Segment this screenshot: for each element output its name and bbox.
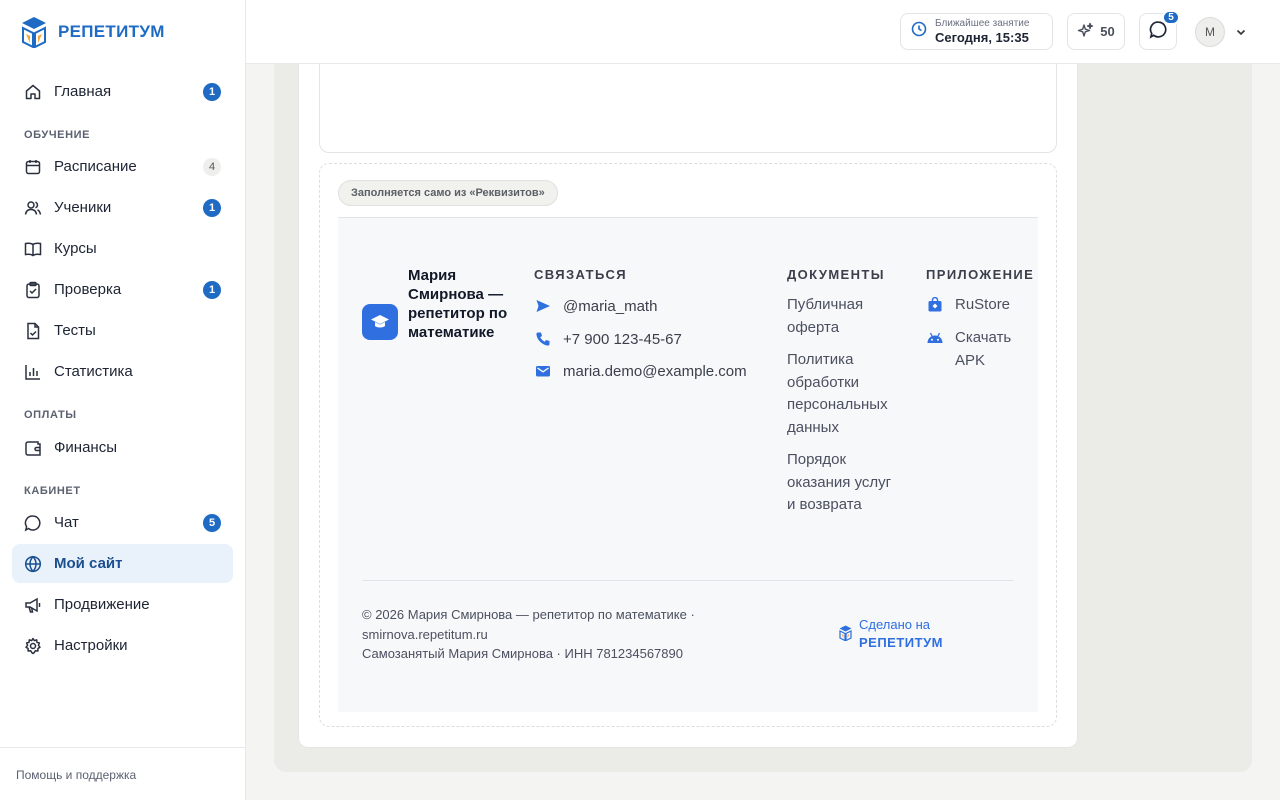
- messages-badge: 5: [1162, 10, 1180, 25]
- next-lesson-value: Сегодня, 15:35: [935, 30, 1029, 45]
- sidebar-item-label: Чат: [54, 514, 79, 531]
- doc-link-refund[interactable]: Порядок оказания услуг и возврата: [787, 449, 902, 517]
- sidebar-item-label: Тесты: [54, 322, 96, 339]
- site-domain: smirnova.repetitum.ru: [362, 626, 488, 642]
- top-header: Ближайшее занятие Сегодня, 15:35 50 5 М: [246, 0, 1280, 64]
- mail-icon: [534, 362, 552, 380]
- made-on-label: Сделано на: [859, 617, 931, 632]
- logo-text: РЕПЕТИТУМ: [58, 22, 165, 41]
- chevron-down-icon[interactable]: [1235, 25, 1247, 43]
- sidebar-item-review[interactable]: Проверка 1: [12, 270, 233, 309]
- contact-phone[interactable]: +7 900 123-45-67: [534, 330, 682, 348]
- store-icon: [926, 294, 944, 316]
- footer-divider: [362, 580, 1014, 581]
- contact-telegram[interactable]: @maria_math: [534, 297, 657, 315]
- chat-icon: [24, 514, 42, 532]
- footer-brand-name: Мария Смирнова — репетитор по математике: [408, 267, 508, 341]
- rustore-label: RuStore: [955, 296, 1011, 313]
- gear-icon: [24, 637, 42, 655]
- globe-icon: [24, 555, 42, 573]
- made-on-link[interactable]: Сделано на РЕПЕТИТУМ: [838, 616, 943, 652]
- email-address: maria.demo@example.com: [563, 362, 747, 380]
- count-badge: 1: [203, 199, 221, 217]
- book-icon: [24, 240, 42, 258]
- phone-icon: [534, 330, 552, 348]
- android-icon: [926, 327, 944, 349]
- sidebar-item-home[interactable]: Главная 1: [12, 72, 233, 111]
- logo-small-icon: [838, 625, 853, 646]
- count-badge: 1: [203, 281, 221, 299]
- contact-column-title: СВЯЗАТЬСЯ: [534, 267, 627, 282]
- contact-email[interactable]: maria.demo@example.com: [534, 362, 747, 380]
- previous-section-block: [319, 64, 1057, 153]
- count-badge: 4: [203, 158, 221, 176]
- points-value: 50: [1100, 24, 1115, 39]
- copyright-line: © 2026 Мария Смирнова — репетитор по мат…: [362, 607, 695, 622]
- telegram-handle: @maria_math: [563, 297, 658, 315]
- sidebar-item-finance[interactable]: Финансы: [12, 428, 233, 467]
- doc-link-offer[interactable]: Публичная оферта: [787, 294, 902, 339]
- sidebar-item-label: Продвижение: [54, 596, 150, 613]
- wallet-icon: [24, 439, 42, 457]
- sidebar-item-label: Проверка: [54, 281, 122, 298]
- telegram-icon: [534, 297, 552, 315]
- sidebar-item-my-site[interactable]: Мой сайт: [12, 544, 233, 583]
- file-check-icon: [24, 322, 42, 340]
- sidebar-item-promo[interactable]: Продвижение: [12, 585, 233, 624]
- sidebar-item-label: Финансы: [54, 439, 117, 456]
- section-title-cabinet: КАБИНЕТ: [24, 485, 81, 497]
- sidebar-item-courses[interactable]: Курсы: [12, 229, 233, 268]
- sidebar-item-label: Курсы: [54, 240, 97, 257]
- help-link[interactable]: Помощь и поддержка: [0, 747, 245, 800]
- footer-copyright: © 2026 Мария Смирнова — репетитор по мат…: [362, 605, 782, 664]
- sidebar-item-label: Мой сайт: [54, 555, 123, 572]
- sidebar-item-label: Главная: [54, 83, 112, 100]
- app-logo[interactable]: РЕПЕТИТУМ: [20, 15, 165, 49]
- sidebar-item-stats[interactable]: Статистика: [12, 352, 233, 391]
- sparkles-icon: [1077, 22, 1094, 42]
- count-badge: 1: [203, 83, 221, 101]
- doc-link-privacy[interactable]: Политика обработки персональных данных: [787, 349, 902, 439]
- app-link-rustore[interactable]: RuStore: [926, 294, 1025, 317]
- section-title-payments: ОПЛАТЫ: [24, 409, 77, 421]
- sidebar-item-label: Статистика: [54, 363, 133, 380]
- home-icon: [24, 83, 42, 101]
- app-column-title: ПРИЛОЖЕНИЕ: [926, 267, 1035, 282]
- sidebar-item-label: Настройки: [54, 637, 128, 654]
- megaphone-icon: [24, 596, 42, 614]
- avatar[interactable]: М: [1195, 17, 1225, 47]
- apk-label: Скачать APK: [955, 329, 1012, 369]
- points-button[interactable]: 50: [1067, 13, 1125, 50]
- next-lesson-button[interactable]: Ближайшее занятие Сегодня, 15:35: [900, 13, 1053, 50]
- sidebar-item-settings[interactable]: Настройки: [12, 626, 233, 665]
- logo-icon: [22, 17, 46, 48]
- users-icon: [24, 199, 42, 217]
- next-lesson-label: Ближайшее занятие: [935, 18, 1030, 29]
- graduation-cap-icon: [362, 304, 398, 340]
- clipboard-check-icon: [24, 281, 42, 299]
- sidebar: РЕПЕТИТУМ Главная 1 ОБУЧЕНИЕ Расписание …: [0, 0, 246, 800]
- bar-chart-icon: [24, 363, 42, 381]
- sidebar-item-chat[interactable]: Чат 5: [12, 503, 233, 542]
- autofill-chip: Заполняется само из «Реквизитов»: [338, 180, 558, 206]
- sidebar-item-label: Расписание: [54, 158, 137, 175]
- count-badge: 5: [203, 514, 221, 532]
- sidebar-item-students[interactable]: Ученики 1: [12, 188, 233, 227]
- phone-number: +7 900 123-45-67: [563, 330, 682, 348]
- sidebar-item-tests[interactable]: Тесты: [12, 311, 233, 350]
- section-title-learning: ОБУЧЕНИЕ: [24, 129, 91, 141]
- made-on-brand: РЕПЕТИТУМ: [859, 635, 943, 650]
- calendar-icon: [24, 158, 42, 176]
- clock-icon: [911, 21, 927, 42]
- app-link-apk[interactable]: Скачать APK: [926, 327, 1025, 372]
- legal-info: Самозанятый Мария Смирнова · ИНН 7812345…: [362, 646, 683, 661]
- sidebar-item-schedule[interactable]: Расписание 4: [12, 147, 233, 186]
- sidebar-item-label: Ученики: [54, 199, 112, 216]
- documents-column-title: ДОКУМЕНТЫ: [787, 267, 885, 282]
